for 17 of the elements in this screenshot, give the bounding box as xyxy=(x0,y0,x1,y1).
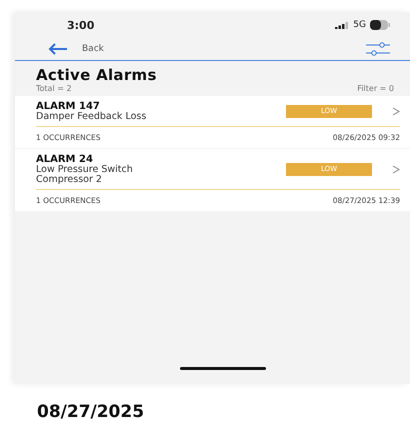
alarm-description: Low Pressure Switch Compressor 2 xyxy=(36,164,134,185)
total-count: Total = 2 xyxy=(36,84,72,93)
battery-icon xyxy=(370,20,390,30)
chevron-icon[interactable] xyxy=(392,164,400,174)
alarm-description: Damper Feedback Loss xyxy=(36,112,148,122)
page-title: Active Alarms xyxy=(36,66,158,84)
back-button[interactable]: Back xyxy=(48,43,104,55)
status-time: 3:00 xyxy=(67,18,94,32)
signal-icon xyxy=(335,21,350,29)
alarm-title: ALARM 147 xyxy=(36,101,100,112)
back-arrow-icon[interactable] xyxy=(48,43,68,55)
date-caption: 08/27/2025 xyxy=(37,402,146,422)
alarm-title: ALARM 24 xyxy=(36,154,94,165)
filter-icon[interactable] xyxy=(366,42,390,56)
filter-count: Filter = 0 xyxy=(357,84,394,93)
chevron-icon[interactable] xyxy=(392,106,400,116)
network-label: 5G xyxy=(353,20,366,30)
